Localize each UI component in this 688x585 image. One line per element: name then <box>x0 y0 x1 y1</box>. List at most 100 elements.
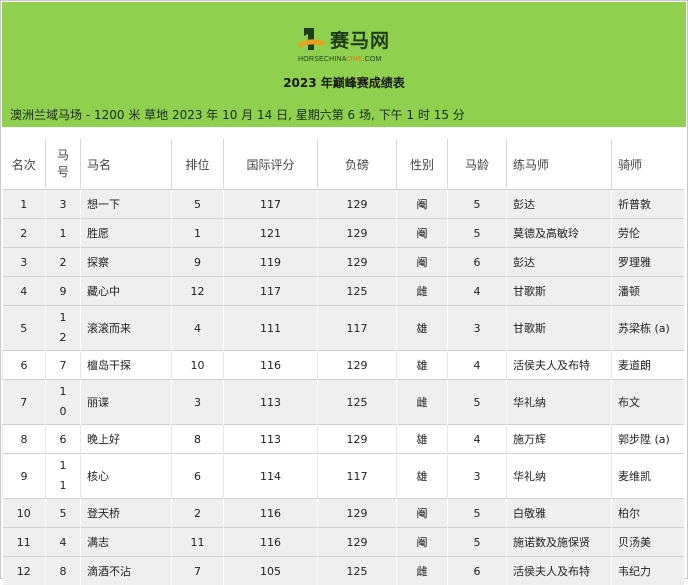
table-row: 13想一下5117129阉5彭达祈普敦 <box>3 190 684 219</box>
col-header-jockey: 骑师 <box>612 139 684 190</box>
cell-horse-no: 4 <box>46 528 81 557</box>
table-header-row: 名次 马号 马名 排位 国际评分 负磅 性别 马龄 练马师 骑师 <box>3 139 684 190</box>
cell-sex: 雄 <box>397 425 448 454</box>
cell-age: 4 <box>448 277 507 306</box>
col-header-age: 马龄 <box>448 139 507 190</box>
header-banner: 赛马网 HORSECHINAONE.COM 2023 年巅峰赛成绩表 澳洲兰域马… <box>2 2 686 127</box>
cell-trainer: 活侯夫人及布特 <box>507 557 612 585</box>
cell-weight: 129 <box>318 190 397 219</box>
cell-sex: 雌 <box>397 277 448 306</box>
cell-trainer: 施万辉 <box>507 425 612 454</box>
cell-weight: 125 <box>318 380 397 425</box>
cell-trainer: 甘歌斯 <box>507 277 612 306</box>
cell-weight: 129 <box>318 219 397 248</box>
cell-age: 3 <box>448 454 507 499</box>
cell-weight: 129 <box>318 351 397 380</box>
logo-domain: HORSECHINAONE.COM <box>298 56 382 63</box>
cell-rating: 119 <box>224 248 318 277</box>
table-row: 710丽谍3113125雌5华礼纳布文 <box>3 380 684 425</box>
cell-rank: 5 <box>3 306 46 351</box>
cell-sex: 雄 <box>397 351 448 380</box>
cell-trainer: 彭达 <box>507 190 612 219</box>
cell-jockey: 布文 <box>612 380 684 425</box>
cell-rank: 10 <box>3 499 46 528</box>
cell-weight: 129 <box>318 528 397 557</box>
results-page: 赛马网 HORSECHINAONE.COM 2023 年巅峰赛成绩表 澳洲兰域马… <box>0 0 688 579</box>
table-row: 21胜愿1121129阉5莫德及高敏玲劳伦 <box>3 219 684 248</box>
cell-horse-name: 探察 <box>81 248 172 277</box>
cell-horse-no: 5 <box>46 499 81 528</box>
cell-jockey: 韦纪力 <box>612 557 684 585</box>
cell-horse-name: 藏心中 <box>81 277 172 306</box>
cell-draw: 3 <box>172 380 224 425</box>
cell-jockey: 贝汤美 <box>612 528 684 557</box>
col-header-sex: 性别 <box>397 139 448 190</box>
cell-jockey: 潘顿 <box>612 277 684 306</box>
cell-horse-name: 登天桥 <box>81 499 172 528</box>
cell-trainer: 甘歌斯 <box>507 306 612 351</box>
cell-rating: 111 <box>224 306 318 351</box>
cell-rank: 1 <box>3 190 46 219</box>
cell-horse-no: 11 <box>46 454 81 499</box>
cell-jockey: 劳伦 <box>612 219 684 248</box>
cell-age: 5 <box>448 528 507 557</box>
cell-horse-name: 檀岛干探 <box>81 351 172 380</box>
cell-sex: 雌 <box>397 557 448 585</box>
cell-draw: 9 <box>172 248 224 277</box>
col-header-rating: 国际评分 <box>224 139 318 190</box>
cell-rating: 113 <box>224 425 318 454</box>
cell-rating: 116 <box>224 351 318 380</box>
cell-rating: 117 <box>224 190 318 219</box>
site-logo[interactable]: 赛马网 HORSECHINAONE.COM <box>298 22 398 66</box>
cell-draw: 2 <box>172 499 224 528</box>
table-row: 512滚滚而来4111117雄3甘歌斯苏梁栋 (a) <box>3 306 684 351</box>
cell-age: 5 <box>448 190 507 219</box>
col-header-horse-name: 马名 <box>81 139 172 190</box>
cell-age: 5 <box>448 219 507 248</box>
cell-rating: 116 <box>224 499 318 528</box>
cell-draw: 4 <box>172 306 224 351</box>
cell-rating: 121 <box>224 219 318 248</box>
cell-trainer: 施诺数及施保贤 <box>507 528 612 557</box>
cell-trainer: 华礼纳 <box>507 454 612 499</box>
cell-rank: 2 <box>3 219 46 248</box>
cell-rating: 113 <box>224 380 318 425</box>
cell-horse-no: 12 <box>46 306 81 351</box>
cell-draw: 10 <box>172 351 224 380</box>
cell-draw: 8 <box>172 425 224 454</box>
cell-draw: 6 <box>172 454 224 499</box>
cell-jockey: 罗理雅 <box>612 248 684 277</box>
cell-rank: 6 <box>3 351 46 380</box>
table-row: 128滴酒不沾7105125雌6活侯夫人及布特韦纪力 <box>3 557 684 585</box>
cell-weight: 129 <box>318 425 397 454</box>
cell-trainer: 活侯夫人及布特 <box>507 351 612 380</box>
cell-age: 3 <box>448 306 507 351</box>
cell-jockey: 郭步陞 (a) <box>612 425 684 454</box>
cell-draw: 11 <box>172 528 224 557</box>
table-row: 86晚上好8113129雄4施万辉郭步陞 (a) <box>3 425 684 454</box>
cell-rank: 11 <box>3 528 46 557</box>
cell-sex: 阉 <box>397 190 448 219</box>
cell-sex: 阉 <box>397 219 448 248</box>
table-row: 105登天桥2116129阉5白敬雅柏尔 <box>3 499 684 528</box>
cell-draw: 1 <box>172 219 224 248</box>
cell-jockey: 苏梁栋 (a) <box>612 306 684 351</box>
cell-weight: 117 <box>318 306 397 351</box>
cell-rank: 4 <box>3 277 46 306</box>
results-table: 名次 马号 马名 排位 国际评分 负磅 性别 马龄 练马师 骑师 13想一下51… <box>2 139 684 585</box>
cell-horse-no: 1 <box>46 219 81 248</box>
cell-horse-name: 晚上好 <box>81 425 172 454</box>
cell-sex: 雄 <box>397 306 448 351</box>
cell-horse-name: 满志 <box>81 528 172 557</box>
cell-sex: 阉 <box>397 499 448 528</box>
cell-rank: 3 <box>3 248 46 277</box>
cell-horse-no: 9 <box>46 277 81 306</box>
cell-horse-no: 3 <box>46 190 81 219</box>
cell-horse-name: 想一下 <box>81 190 172 219</box>
cell-horse-name: 滴酒不沾 <box>81 557 172 585</box>
horse-logo-icon <box>298 24 328 54</box>
cell-trainer: 彭达 <box>507 248 612 277</box>
race-info: 澳洲兰域马场 - 1200 米 草地 2023 年 10 月 14 日, 星期六… <box>10 106 465 123</box>
col-header-horse-no: 马号 <box>46 139 81 190</box>
col-header-weight: 负磅 <box>318 139 397 190</box>
